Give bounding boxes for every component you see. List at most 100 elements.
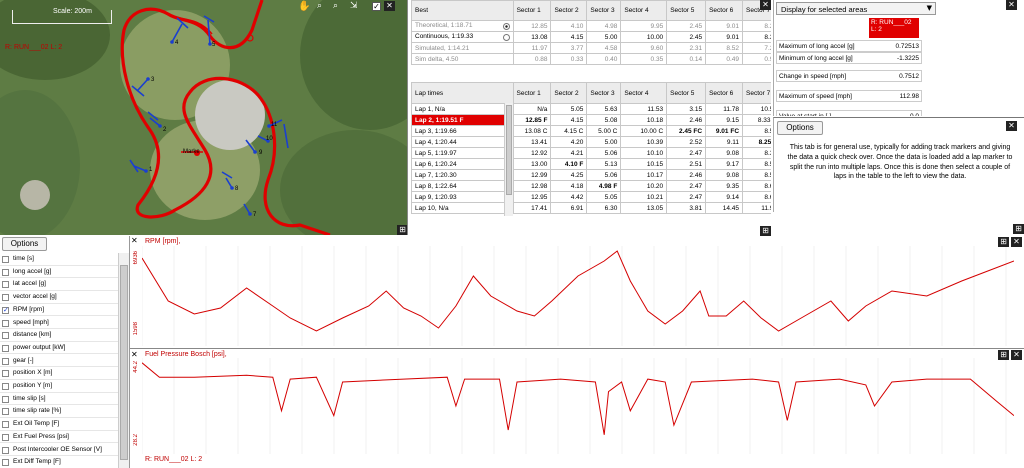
lap-row[interactable]: Lap 4, 1:20.44 13.41 4.20 5.00 10.39 2.52 9.11… [411, 136, 771, 148]
radio-button[interactable] [502, 34, 510, 41]
radio-button[interactable] [502, 23, 510, 30]
channel-item[interactable]: Ext Oil Temp [F] [0, 418, 118, 431]
stats-close-icon[interactable]: ✕ [1006, 0, 1017, 10]
best-row[interactable]: Simulated, 1:14.21 11.97 3.77 4.58 9.60 2.31 8… [411, 42, 771, 54]
channel-item[interactable]: time slip rate [%] [0, 405, 118, 418]
channel-checkbox[interactable] [2, 357, 9, 365]
channel-item[interactable]: speed [mph] [0, 317, 118, 329]
channel-checkbox[interactable] [2, 459, 9, 467]
lap-row-label[interactable]: Lap 5, 1:19.97 [411, 147, 514, 159]
channel-checkbox[interactable] [2, 383, 9, 390]
best-cell: 2.45 [666, 20, 707, 32]
rpm-close-icon[interactable]: ✕ [131, 236, 138, 245]
lap-label-text: Lap 1, N/a [415, 105, 445, 113]
channel-item[interactable]: time slip [s] [0, 393, 118, 406]
channel-scroll-thumb[interactable] [120, 265, 128, 460]
map-resize-icon[interactable]: ⊞ [397, 225, 407, 235]
lap-row[interactable]: Lap 2, 1:19.51 F 12.85 F 4.15 5.08 10.18 2.46… [411, 114, 771, 126]
laps-scroll-thumb[interactable] [506, 105, 512, 195]
channel-checkbox[interactable] [2, 319, 9, 327]
channel-item[interactable]: ✓ RPM [rpm] [0, 304, 118, 317]
marker-label: 4 [175, 40, 179, 46]
channel-item[interactable]: position Y [m] [0, 380, 118, 393]
channel-item[interactable]: Post Intercooler OE Sensor [V] [0, 444, 118, 456]
best-close-icon[interactable]: ✕ [760, 0, 771, 10]
lap-row-label[interactable]: Lap 4, 1:20.44 [411, 136, 514, 148]
lap-row[interactable]: Lap 10, N/a 17.41 6.91 6.30 13.05 3.81 14.45 11… [411, 202, 771, 214]
fuel-pressure-graph[interactable]: Fuel Pressure Bosch [psi], ✕ 44.2 28.2 ⊞… [130, 350, 1024, 468]
channel-checkbox[interactable] [2, 344, 9, 352]
lap-row[interactable]: Lap 1, N/a N/a5.055.6311.533.1511.7810.56 [411, 103, 771, 115]
channel-checkbox[interactable] [2, 421, 9, 429]
options-close-icon[interactable]: ✕ [1006, 121, 1017, 131]
map-close-icon[interactable]: ✕ [384, 1, 395, 11]
channel-item[interactable]: Ext Fuel Press [psi] [0, 431, 118, 444]
channel-item[interactable]: long accel [g] [0, 266, 118, 279]
options-resize-icon[interactable]: ⊞ [1013, 224, 1024, 234]
zoom-icon[interactable]: ⌕ [317, 1, 322, 11]
channel-checkbox[interactable] [2, 395, 9, 403]
zoom-out-icon[interactable]: ⌕ [333, 1, 338, 11]
lap-row[interactable]: Lap 8, 1:22.64 12.98 4.18 4.98 F 10.20 2.47 9.… [411, 180, 771, 192]
channel-checkbox[interactable] [2, 408, 9, 416]
laps-resize-icon[interactable]: ⊞ [760, 226, 771, 236]
track-map[interactable]: 4 5 3 2 1 11 10 9 8 7 Marke Scale: 200m … [0, 0, 408, 235]
channel-scrollbar[interactable] [118, 253, 129, 468]
lap-row-label[interactable]: Lap 10, N/a [411, 202, 514, 214]
channel-item[interactable]: time [s] [0, 253, 118, 266]
channel-options-button[interactable]: Options [2, 237, 47, 251]
channel-item[interactable]: distance [km] [0, 329, 118, 342]
rpm-add-icon[interactable]: ⊞ [998, 237, 1009, 247]
best-row[interactable]: Continuous, 1:19.33 13.08 4.15 5.00 10.00 2.4… [411, 31, 771, 43]
best-cell: 4.10 [550, 20, 588, 32]
channel-checkbox[interactable] [2, 370, 9, 378]
lap-row[interactable]: Lap 5, 1:19.97 12.92 4.21 5.06 10.10 2.47 9.08… [411, 147, 771, 159]
lap-row[interactable]: Lap 6, 1:20.24 13.00 4.10 F 5.13 10.15 2.51 9.… [411, 158, 771, 170]
lap-cell: 2.51 [666, 158, 707, 170]
lap-row-label[interactable]: Lap 9, 1:20.93 [411, 191, 514, 203]
lap-row[interactable]: Lap 7, 1:20.30 12.99 4.25 5.06 10.17 2.46 9.08… [411, 169, 771, 181]
channel-item[interactable]: vector accel [g] [0, 291, 118, 304]
lap-row-label[interactable]: Lap 8, 1:22.64 [411, 180, 514, 192]
display-mode-dropdown[interactable]: Display for selected areas ▼ [776, 2, 936, 15]
channel-label: vector accel [g] [13, 293, 57, 301]
lap-row[interactable]: Lap 3, 1:19.66 13.08 C 4.15 C 5.00 C 10.00 C… [411, 125, 771, 137]
rpm-remove-icon[interactable]: ✕ [1011, 237, 1022, 247]
channel-item[interactable]: gear [-] [0, 355, 118, 368]
lap-marker-label: Marke [183, 149, 200, 155]
fuel-remove-icon[interactable]: ✕ [1011, 350, 1022, 360]
options-button[interactable]: Options [777, 121, 823, 135]
channel-checkbox[interactable]: ✓ [2, 306, 9, 314]
move-marker-icon[interactable]: ⇲ [350, 1, 358, 11]
channel-item[interactable]: lat accel [g] [0, 278, 118, 291]
channel-checkbox[interactable] [2, 256, 9, 263]
channel-checkbox[interactable] [2, 268, 9, 276]
channel-item[interactable]: power output [kW] [0, 342, 118, 355]
channel-checkbox[interactable] [2, 332, 9, 340]
checkbox-icon[interactable]: ✓ [372, 2, 381, 11]
lap-cell: 10.39 [620, 136, 668, 148]
lap-row-label[interactable]: Lap 2, 1:19.51 F [411, 114, 514, 126]
best-row[interactable]: Theoretical, 1:18.71 12.85 4.10 4.98 9.95 2.4… [411, 20, 771, 32]
lap-cell: 9.35 [705, 180, 744, 192]
channel-checkbox[interactable] [2, 281, 9, 289]
marker-label: 8 [235, 186, 239, 192]
channel-checkbox[interactable] [2, 294, 9, 302]
fuel-add-icon[interactable]: ⊞ [998, 350, 1009, 360]
fuel-close-icon[interactable]: ✕ [131, 350, 138, 359]
channel-checkbox[interactable] [2, 446, 9, 454]
lap-row-label[interactable]: Lap 1, N/a [411, 103, 514, 115]
lap-row-label[interactable]: Lap 7, 1:20.30 [411, 169, 514, 181]
lap-row-label[interactable]: Lap 6, 1:20.24 [411, 158, 514, 170]
lap-cell: 2.46 [666, 114, 707, 126]
lap-label-text: Lap 10, N/a [415, 204, 449, 212]
channel-item[interactable]: position X [m] [0, 367, 118, 380]
channel-item[interactable]: Ext Diff Temp [F] [0, 456, 118, 468]
hand-icon[interactable]: ✋ [298, 1, 310, 12]
rpm-graph[interactable]: RPM [rpm], ✕ 6936 1598 ⊞ ✕ [130, 236, 1024, 349]
channel-checkbox[interactable] [2, 433, 9, 441]
laps-scrollbar[interactable] [504, 103, 513, 216]
best-row[interactable]: Sim delta, 4.50 0.88 0.33 0.40 0.35 0.14 0.49 0… [411, 53, 771, 65]
lap-row[interactable]: Lap 9, 1:20.93 12.95 4.42 5.05 10.21 2.47 9.14… [411, 191, 771, 203]
lap-row-label[interactable]: Lap 3, 1:19.66 [411, 125, 514, 137]
